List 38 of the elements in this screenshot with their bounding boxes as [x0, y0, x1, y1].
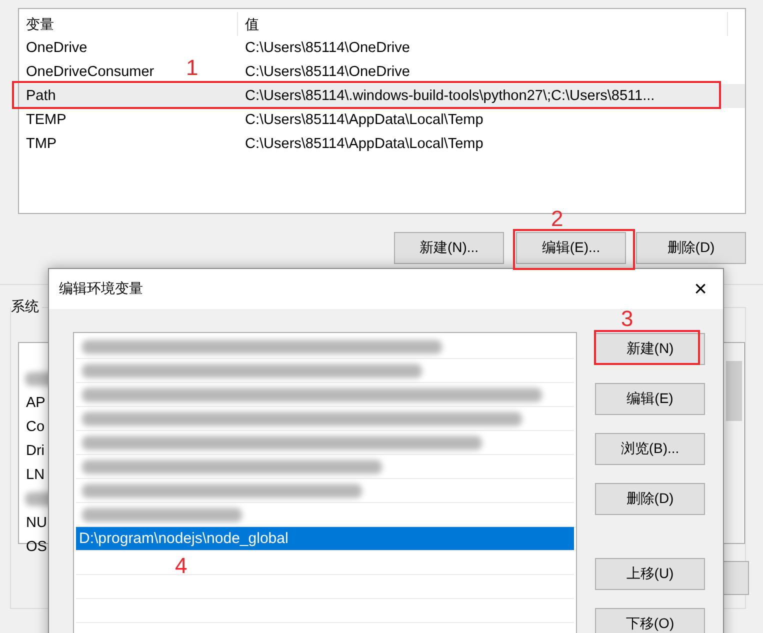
path-entry[interactable]: D:\program\nodejs\node_global [76, 527, 574, 550]
variable-name: TMP [25, 136, 57, 152]
variable-name: Co [25, 419, 45, 435]
annotation-number: 4 [175, 553, 188, 579]
variable-name: OneDrive [25, 40, 88, 56]
dialog-title: 编辑环境变量 [59, 280, 143, 298]
dialog-button[interactable]: 上移(U) [595, 558, 705, 590]
variable-name: TEMP [25, 112, 66, 128]
variable-button[interactable]: 新建(N)... [394, 232, 504, 264]
annotation-number: 2 [551, 206, 564, 232]
variable-value: C:\Users\85114\AppData\Local\Temp [244, 136, 484, 152]
group-title: 系统 [11, 298, 42, 316]
close-button[interactable]: × [688, 276, 713, 302]
variable-name: Dri [25, 443, 45, 459]
variable-value: C:\Users\85114\OneDrive [244, 64, 410, 80]
dialog-button[interactable]: 删除(D) [595, 483, 705, 515]
selected-row[interactable]: Path C:\Users\85114\.windows-build-tools\python27\;C:\Users\8511... [19, 84, 745, 108]
dialog-button[interactable]: 浏览(B)... [595, 433, 705, 465]
variable-button[interactable]: 删除(D) [636, 232, 746, 264]
dialog-button[interactable]: 新建(N) [595, 333, 705, 365]
column-header[interactable]: 值 [238, 12, 728, 36]
variable-name: Path [25, 88, 56, 104]
variable-name: OneDriveConsumer [25, 64, 154, 80]
variable-name: AP [25, 395, 46, 411]
column-header[interactable]: 变量 [19, 12, 238, 36]
variable-name: NU [25, 515, 47, 531]
variable-name: OS [25, 539, 47, 555]
scrollbar[interactable] [725, 343, 743, 543]
annotation-number: 3 [621, 306, 634, 332]
dialog-button[interactable]: 下移(O) [595, 608, 705, 633]
variable-value: C:\Users\85114\OneDrive [244, 40, 410, 56]
variable-name: LN [25, 467, 45, 483]
variable-value: C:\Users\85114\AppData\Local\Temp [244, 112, 484, 128]
annotation-number: 1 [186, 55, 198, 81]
variable-button[interactable]: 编辑(E)... [516, 232, 626, 264]
button[interactable] [722, 561, 749, 595]
dialog-button[interactable]: 编辑(E) [595, 383, 705, 415]
variable-value: C:\Users\85114\.windows-build-tools\python27\;C:\Users\8511... [244, 88, 655, 104]
